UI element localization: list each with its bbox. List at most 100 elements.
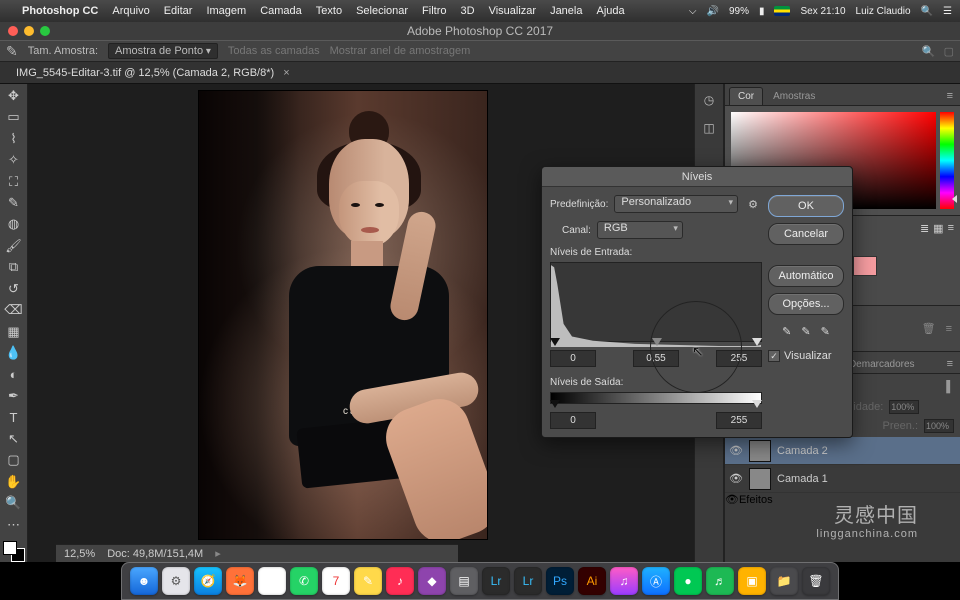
filter-toggle[interactable]: ▌ xyxy=(946,381,954,393)
output-black[interactable] xyxy=(550,412,596,429)
tool-shape[interactable]: ▢ xyxy=(3,451,25,470)
input-white[interactable] xyxy=(716,350,762,367)
layer-row[interactable]: 👁 Camada 2 xyxy=(725,437,960,465)
close-tab-icon[interactable]: × xyxy=(283,67,289,79)
dock-folder[interactable]: 📁 xyxy=(770,567,798,595)
flag-icon[interactable] xyxy=(774,6,790,16)
menu-texto[interactable]: Texto xyxy=(316,5,342,17)
tool-gradient[interactable]: ▦ xyxy=(3,322,25,341)
cancel-button[interactable]: Cancelar xyxy=(768,223,844,245)
tool-eraser[interactable]: ⌫ xyxy=(3,301,25,320)
menu-janela[interactable]: Janela xyxy=(550,5,582,17)
layer-thumb[interactable] xyxy=(749,468,771,490)
panel-icon-properties[interactable]: ◫ xyxy=(698,118,720,138)
layer-row[interactable]: 👁 Camada 1 xyxy=(725,465,960,493)
menu-ajuda[interactable]: Ajuda xyxy=(596,5,624,17)
tool-dodge[interactable]: ◐ xyxy=(3,365,25,384)
opacity-input[interactable] xyxy=(889,400,919,414)
tool-blur[interactable]: 💧 xyxy=(3,343,25,362)
view-grid-icon[interactable]: ▦ xyxy=(933,222,943,235)
menu-3d[interactable]: 3D xyxy=(461,5,475,17)
dock-app2[interactable]: ▤ xyxy=(450,567,478,595)
tool-type[interactable]: T xyxy=(3,408,25,427)
tool-marquee[interactable]: ▭ xyxy=(3,107,25,126)
white-eyedropper-icon[interactable]: ✎ xyxy=(821,325,830,338)
tool-brush[interactable]: 🖌 xyxy=(3,236,25,255)
tool-pen[interactable]: ✒ xyxy=(3,386,25,405)
volume-icon[interactable]: 🔊 xyxy=(707,6,719,17)
menu-arquivo[interactable]: Arquivo xyxy=(112,5,149,17)
spotlight-icon[interactable]: 🔍 xyxy=(921,6,933,17)
dock-photoshop[interactable]: Ps xyxy=(546,567,574,595)
tool-move[interactable]: ✥ xyxy=(3,86,25,105)
dock-firefox[interactable]: 🦊 xyxy=(226,567,254,595)
dock-spotify[interactable]: ♬ xyxy=(706,567,734,595)
preset-gear-icon[interactable]: ⚙ xyxy=(744,195,762,213)
layer-thumb[interactable] xyxy=(749,440,771,462)
input-black[interactable] xyxy=(550,350,596,367)
visibility-icon[interactable]: 👁 xyxy=(729,472,743,485)
dock-safari[interactable]: 🧭 xyxy=(194,567,222,595)
dialog-title[interactable]: Níveis xyxy=(542,167,852,187)
auto-button[interactable]: Automático xyxy=(768,265,844,287)
out-black-slider[interactable] xyxy=(550,400,560,408)
tool-lasso[interactable]: ⌇ xyxy=(3,129,25,148)
panel-menu-icon[interactable]: ≡ xyxy=(944,87,956,105)
dock-lightroom2[interactable]: Lr xyxy=(514,567,542,595)
swatch[interactable] xyxy=(853,256,877,276)
menubar-user[interactable]: Luiz Claudio xyxy=(856,6,911,17)
tool-path[interactable]: ↖ xyxy=(3,429,25,448)
menu-camada[interactable]: Camada xyxy=(260,5,302,17)
panel-menu-icon[interactable]: ≡ xyxy=(946,323,952,335)
input-gamma[interactable] xyxy=(633,350,679,367)
ok-button[interactable]: OK xyxy=(768,195,844,217)
dock-app1[interactable]: ◆ xyxy=(418,567,446,595)
fill-input[interactable] xyxy=(924,419,954,433)
notification-icon[interactable]: ☰ xyxy=(943,6,952,17)
tool-eyedropper[interactable]: ✎ xyxy=(3,193,25,212)
tab-cor[interactable]: Cor xyxy=(729,87,763,105)
dock-itunes[interactable]: ♫ xyxy=(610,567,638,595)
tool-clone[interactable]: ⧉ xyxy=(3,258,25,277)
preview-checkbox[interactable]: ✓Visualizar xyxy=(768,350,844,362)
panel-menu-icon[interactable]: ≡ xyxy=(944,355,956,373)
dock-notes[interactable]: ✎ xyxy=(354,567,382,595)
status-zoom[interactable]: 12,5% xyxy=(64,548,95,560)
menubar-clock[interactable]: Sex 21:10 xyxy=(800,6,845,17)
dock-settings[interactable]: ⚙ xyxy=(162,567,190,595)
output-white[interactable] xyxy=(716,412,762,429)
dock-lightroom[interactable]: Lr xyxy=(482,567,510,595)
view-list-icon[interactable]: ≣ xyxy=(920,222,929,235)
out-white-slider[interactable] xyxy=(752,400,762,408)
search-icon[interactable]: 🔍 xyxy=(922,45,936,58)
doc-tab[interactable]: IMG_5545-Editar-3.tif @ 12,5% (Camada 2,… xyxy=(12,67,294,79)
tool-edit-toolbar[interactable]: ⋯ xyxy=(3,515,25,534)
histogram[interactable] xyxy=(550,262,762,342)
menu-editar[interactable]: Editar xyxy=(164,5,193,17)
gamma-slider[interactable] xyxy=(652,338,662,346)
dock-app3[interactable]: ● xyxy=(674,567,702,595)
tool-hand[interactable]: ✋ xyxy=(3,472,25,491)
black-point-slider[interactable] xyxy=(550,338,560,346)
dock-music[interactable]: ♪ xyxy=(386,567,414,595)
trash-icon[interactable]: 🗑 xyxy=(922,322,936,335)
fg-bg-colors[interactable] xyxy=(3,541,25,562)
dock-trash[interactable]: 🗑 xyxy=(802,567,830,595)
menu-imagem[interactable]: Imagem xyxy=(206,5,246,17)
tool-spot-heal[interactable]: ◍ xyxy=(3,215,25,234)
dock-appstore[interactable]: Ⓐ xyxy=(642,567,670,595)
status-doc[interactable]: Doc: 49,8M/151,4M xyxy=(107,548,203,560)
preset-select[interactable]: Personalizado xyxy=(614,195,738,213)
wifi-icon[interactable]: ⌵ xyxy=(689,6,697,17)
white-point-slider[interactable] xyxy=(752,338,762,346)
layer-fx-row[interactable]: 👁Efeitos xyxy=(725,493,960,506)
dock-illustrator[interactable]: Ai xyxy=(578,567,606,595)
tool-crop[interactable]: ⛶ xyxy=(3,172,25,191)
tab-amostras[interactable]: Amostras xyxy=(765,88,823,105)
tool-magic-wand[interactable]: ✧ xyxy=(3,150,25,169)
tab-demarcadores[interactable]: Demarcadores xyxy=(841,356,923,373)
dock-finder[interactable]: ☻ xyxy=(130,567,158,595)
black-eyedropper-icon[interactable]: ✎ xyxy=(782,325,791,338)
hue-slider[interactable] xyxy=(940,112,954,209)
visibility-icon[interactable]: 👁 xyxy=(729,444,743,457)
